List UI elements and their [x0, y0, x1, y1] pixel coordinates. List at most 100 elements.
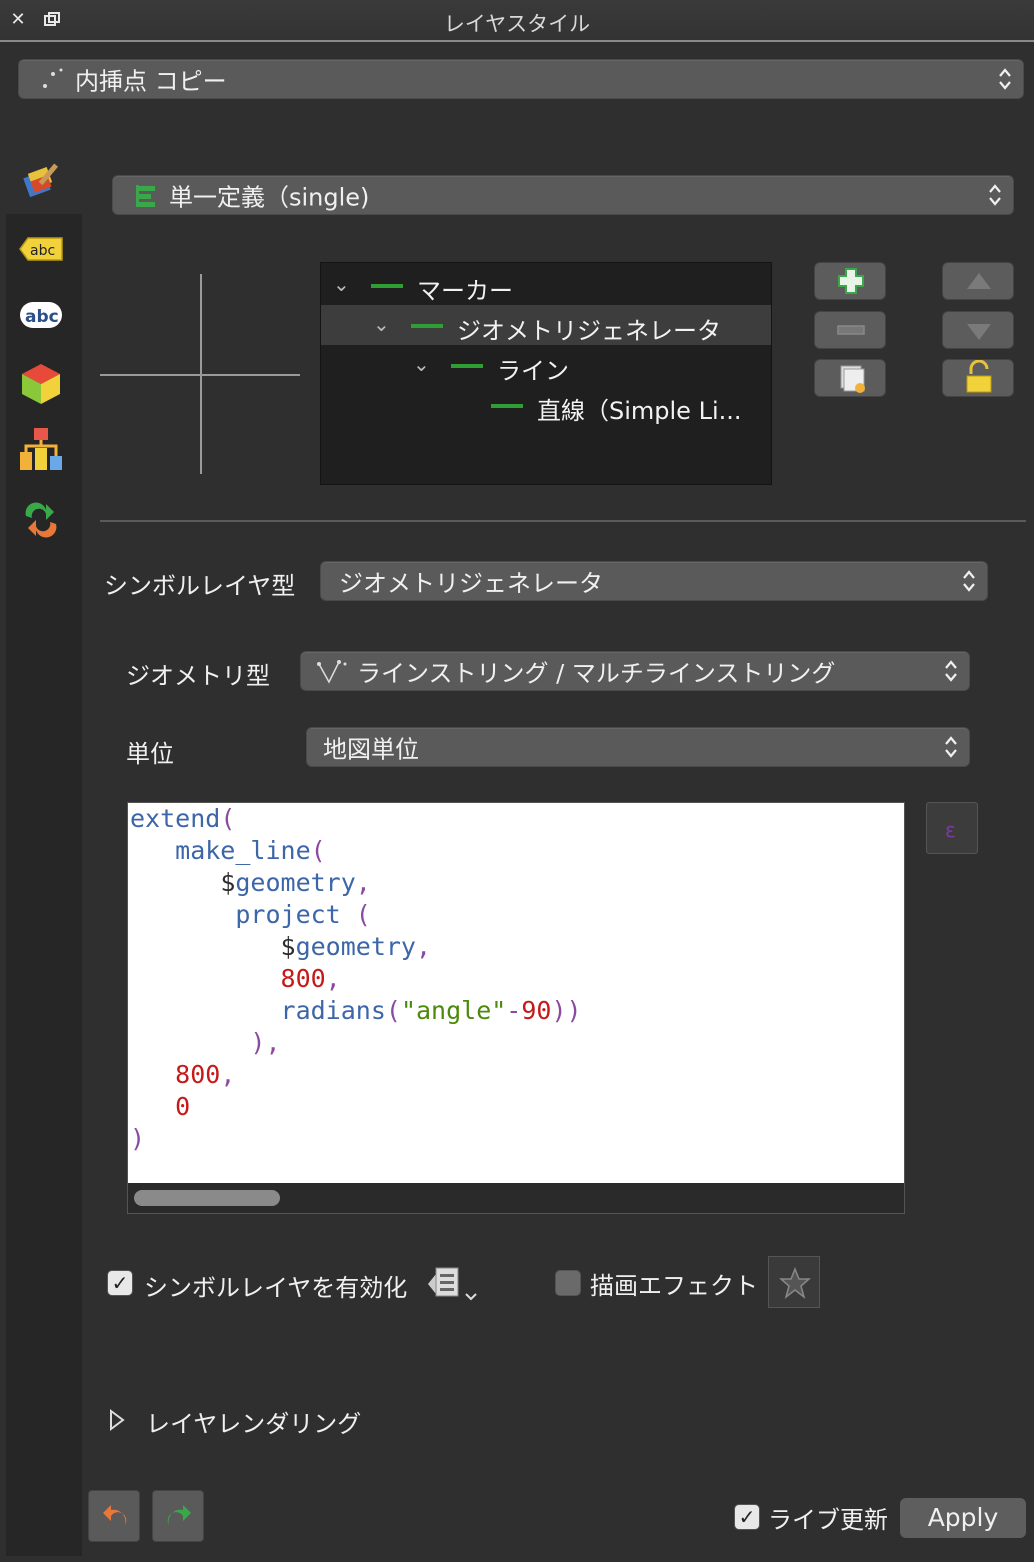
code-token: make_line — [175, 836, 311, 865]
line-symbol-icon — [451, 364, 483, 368]
code-line: ) — [130, 1123, 582, 1155]
expression-editor[interactable]: extend( make_line( $geometry, project ( … — [127, 802, 905, 1214]
code-token: 800 — [280, 964, 326, 993]
code-token: project — [235, 900, 341, 929]
diagrams-icon[interactable] — [18, 426, 64, 472]
chevron-down-icon[interactable]: ⌄ — [413, 352, 430, 376]
tree-row-label: マーカー — [417, 277, 513, 305]
draw-effects-label: 描画エフェクト — [590, 1272, 758, 1300]
code-line: ), — [130, 1027, 582, 1059]
code-line: project ( — [130, 899, 582, 931]
combo-arrows-icon — [945, 736, 957, 758]
layer-combo-value: 内挿点 コピー — [75, 67, 227, 96]
geometry-type-label: ジオメトリ型 — [126, 662, 270, 690]
chevron-down-icon[interactable]: ⌄ — [373, 312, 390, 336]
lock-color-button[interactable] — [942, 359, 1014, 397]
tree-row-marker[interactable]: ⌄ マーカー — [321, 265, 771, 305]
units-combo[interactable]: 地図単位 — [306, 727, 970, 767]
remove-layer-button[interactable] — [814, 311, 886, 349]
code-token: 90 — [521, 996, 552, 1025]
tree-row-label: ライン — [497, 357, 569, 385]
apply-button[interactable]: Apply — [900, 1498, 1026, 1538]
scroll-thumb[interactable] — [134, 1190, 280, 1206]
code-token: $ — [280, 932, 296, 961]
tree-row-label: 直線（Simple Li... — [537, 397, 742, 425]
live-update-label: ライブ更新 — [768, 1506, 888, 1534]
horizontal-scrollbar[interactable] — [128, 1183, 904, 1213]
code-token: ( — [220, 804, 236, 833]
single-symbol-icon — [133, 183, 159, 215]
tree-row-simple-line[interactable]: 直線（Simple Li... — [321, 385, 771, 425]
live-update-checkbox[interactable]: ✓ — [734, 1504, 760, 1530]
code-line: 800, — [130, 963, 582, 995]
expression-icon: ε — [945, 818, 956, 842]
code-line: extend( — [130, 803, 582, 835]
tree-row-label: ジオメトリジェネレータ — [457, 317, 721, 345]
symbol-layer-type-combo[interactable]: ジオメトリジェネレータ — [320, 561, 988, 601]
data-defined-icon[interactable] — [426, 1264, 482, 1308]
code-token: geometry — [295, 932, 416, 961]
masks-abc-icon[interactable]: abc — [18, 298, 64, 344]
code-token: $ — [220, 868, 236, 897]
geometry-type-combo[interactable]: ラインストリング / マルチラインストリング — [300, 651, 970, 691]
undo-icon — [103, 1505, 127, 1525]
expression-button[interactable]: ε — [926, 802, 978, 854]
add-layer-button[interactable] — [814, 262, 886, 300]
combo-arrows-icon — [945, 660, 957, 682]
draw-effects-button[interactable] — [768, 1256, 820, 1308]
code-token: )) — [551, 996, 582, 1025]
code-line: 0 — [130, 1091, 582, 1123]
redo-icon — [167, 1505, 191, 1525]
code-token: 0 — [175, 1092, 191, 1121]
expression-code[interactable]: extend( make_line( $geometry, project ( … — [130, 803, 582, 1155]
renderer-combo-value: 単一定義（single) — [169, 183, 370, 212]
expand-triangle-icon[interactable] — [108, 1408, 126, 1436]
draw-effects-checkbox[interactable] — [555, 1270, 581, 1296]
code-line: $geometry, — [130, 931, 582, 963]
code-token: extend — [130, 804, 221, 833]
chevron-down-icon[interactable]: ⌄ — [333, 272, 350, 296]
3d-cube-icon[interactable] — [18, 360, 64, 406]
enable-layer-label: シンボルレイヤを有効化 — [144, 1274, 408, 1302]
layer-combo[interactable]: 内挿点 コピー — [18, 59, 1024, 99]
layer-rendering-label[interactable]: レイヤレンダリング — [146, 1404, 361, 1439]
move-up-button[interactable] — [942, 262, 1014, 300]
code-token: ( — [355, 900, 371, 929]
move-down-button[interactable] — [942, 311, 1014, 349]
code-token: radians — [280, 996, 386, 1025]
code-token: , — [220, 1060, 236, 1089]
tree-row-geometry-generator[interactable]: ⌄ ジオメトリジェネレータ — [321, 305, 771, 345]
code-line: make_line( — [130, 835, 582, 867]
undo-button[interactable] — [88, 1490, 140, 1542]
title-bar: ✕ レイヤスタイル — [0, 0, 1034, 42]
renderer-combo[interactable]: 単一定義（single) — [112, 175, 1014, 215]
move-up-icon — [967, 273, 991, 289]
code-token: , — [355, 868, 371, 897]
window-title: レイヤスタイル — [443, 12, 591, 36]
symbology-brush-icon[interactable] — [22, 158, 68, 204]
code-token: 800 — [175, 1060, 221, 1089]
section-divider — [100, 520, 1026, 522]
line-symbol-icon — [371, 284, 403, 288]
tree-row-line[interactable]: ⌄ ライン — [321, 345, 771, 385]
lock-color-icon — [966, 359, 992, 393]
code-line: radians("angle"-90)) — [130, 995, 582, 1027]
star-effects-icon — [779, 1266, 811, 1299]
symbol-tree[interactable]: ⌄ マーカー ⌄ ジオメトリジェネレータ ⌄ ライン 直線（Simple Li.… — [320, 262, 772, 485]
enable-layer-checkbox[interactable]: ✓ — [107, 1270, 133, 1296]
code-token: ( — [310, 836, 326, 865]
symbol-layer-type-value: ジオメトリジェネレータ — [339, 569, 603, 598]
code-token: - — [506, 996, 522, 1025]
units-value: 地図単位 — [323, 735, 419, 764]
duplicate-layer-button[interactable] — [814, 359, 886, 397]
history-icon[interactable] — [18, 496, 64, 542]
labels-abc-icon[interactable]: abc — [18, 232, 64, 278]
redo-button[interactable] — [152, 1490, 204, 1542]
